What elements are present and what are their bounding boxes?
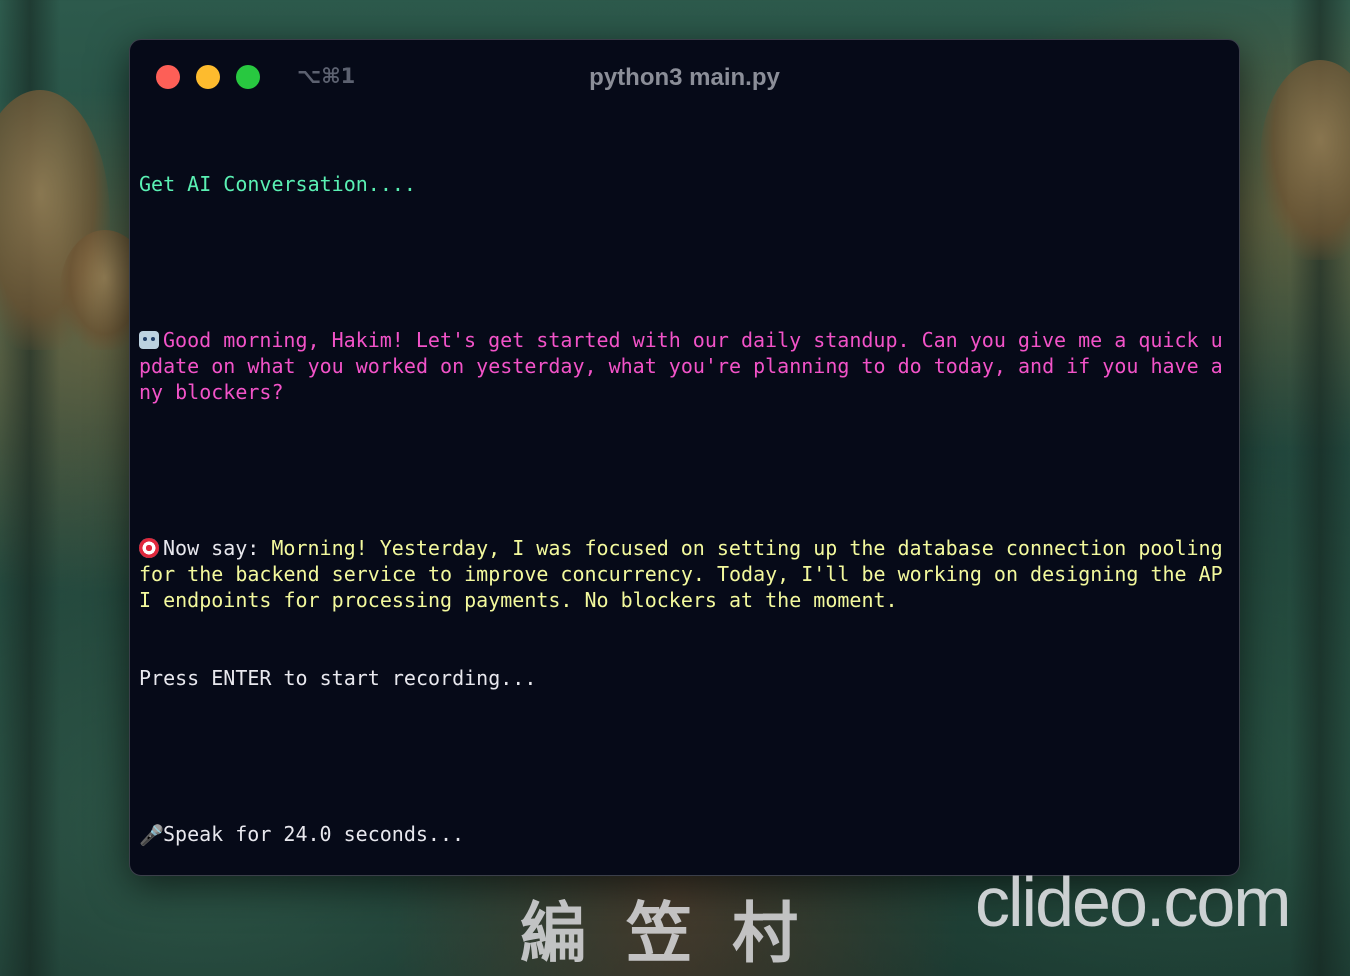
press-enter-line: Press ENTER to start recording... — [139, 666, 537, 690]
terminal-window[interactable]: ⌥⌘1 python3 main.py Get AI Conversation.… — [129, 39, 1240, 876]
ai-prompt-line: Good morning, Hakim! Let's get started w… — [139, 327, 1232, 405]
background-mushroom — [1260, 60, 1350, 260]
terminal-output[interactable]: Get AI Conversation.... Good morning, Ha… — [139, 119, 1232, 875]
say-label: Now say: — [163, 536, 272, 560]
speak-text: Speak for 24.0 seconds... — [163, 822, 465, 846]
target-icon — [139, 538, 159, 558]
clideo-watermark: clideo.com — [975, 863, 1292, 941]
say-line: Now say: Morning! Yesterday, I was focus… — [139, 535, 1232, 613]
header-line: Get AI Conversation.... — [139, 172, 416, 196]
window-title: python3 main.py — [589, 64, 780, 91]
say-text: Morning! Yesterday, I was focused on set… — [139, 536, 1235, 612]
cjk-watermark: 編笠村 — [520, 895, 838, 972]
speak-line: 🎤Speak for 24.0 seconds... — [139, 821, 1232, 848]
ai-prompt-text: Good morning, Hakim! Let's get started w… — [139, 328, 1223, 404]
microphone-icon: 🎤 — [139, 823, 164, 847]
robot-icon — [139, 331, 159, 349]
title-bar[interactable]: ⌥⌘1 python3 main.py — [130, 40, 1239, 114]
